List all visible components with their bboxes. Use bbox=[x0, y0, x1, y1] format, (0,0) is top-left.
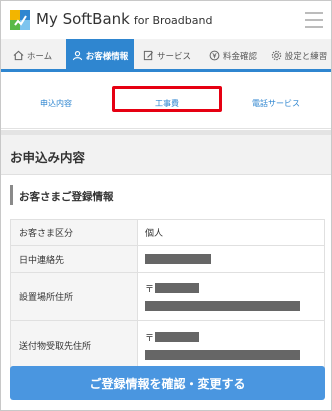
section-title: お申込み内容 bbox=[10, 150, 86, 165]
nav-service-label: サービス bbox=[156, 51, 191, 62]
nav-settings-label: 設定と練習 bbox=[284, 51, 328, 62]
sub-tabs: 申込内容 工事費 電話サービス bbox=[1, 75, 331, 129]
logo-text: My SoftBank bbox=[36, 10, 130, 28]
subtab-application[interactable]: 申込内容 bbox=[1, 93, 111, 113]
registration-table: お客さま区分 個人 日中連絡先 設置場所住所 〒 送付物受取先住所 〒 bbox=[10, 219, 325, 371]
row-label: お客さま区分 bbox=[10, 219, 138, 246]
table-row: 日中連絡先 bbox=[10, 245, 325, 273]
row-value bbox=[137, 245, 325, 273]
nav-home-label: ホーム bbox=[26, 51, 53, 62]
row-value: 〒 bbox=[137, 272, 325, 321]
nav-service[interactable]: サービス bbox=[135, 39, 199, 72]
edit-icon bbox=[143, 50, 153, 61]
subsection-title: お客さまご登録情報 bbox=[19, 191, 114, 203]
row-label: 設置場所住所 bbox=[10, 272, 138, 321]
row-value: 〒 bbox=[137, 320, 325, 371]
confirm-change-button[interactable]: ご登録情報を確認・変更する bbox=[10, 366, 325, 400]
subsection-header: お客さまご登録情報 bbox=[10, 185, 325, 207]
postal-mark: 〒 bbox=[145, 333, 155, 344]
nav-home[interactable]: ホーム bbox=[1, 39, 64, 72]
gear-icon bbox=[271, 50, 281, 61]
redacted-value bbox=[155, 283, 200, 294]
table-row: 送付物受取先住所 〒 bbox=[10, 320, 325, 371]
nav-settings[interactable]: 設定と練習 bbox=[267, 39, 331, 72]
redacted-value bbox=[145, 300, 300, 311]
redacted-value bbox=[145, 253, 211, 264]
subtab-phone-service[interactable]: 電話サービス bbox=[221, 93, 331, 113]
redacted-value bbox=[155, 332, 200, 343]
row-value: 個人 bbox=[137, 219, 325, 246]
nav-customer-info[interactable]: お客様情報 bbox=[66, 39, 134, 72]
table-row: 設置場所住所 〒 bbox=[10, 272, 325, 321]
main-nav: ホーム お客様情報 サービス 料金確認 設定と練習 bbox=[1, 39, 331, 72]
nav-billing-label: 料金確認 bbox=[222, 51, 257, 62]
yen-coin-icon bbox=[209, 50, 220, 61]
app-title: My SoftBank for Broadband bbox=[36, 10, 212, 28]
redacted-value bbox=[145, 349, 300, 360]
nav-billing[interactable]: 料金確認 bbox=[201, 39, 265, 72]
hamburger-menu-button[interactable] bbox=[305, 12, 323, 28]
person-icon bbox=[72, 51, 82, 61]
table-row: お客さま区分 個人 bbox=[10, 219, 325, 246]
header: My SoftBank for Broadband bbox=[1, 1, 331, 39]
subtab-construction-fee[interactable]: 工事費 bbox=[112, 93, 222, 113]
home-icon bbox=[13, 50, 24, 61]
subsection-bar bbox=[10, 185, 13, 205]
hamburger-icon bbox=[305, 12, 323, 14]
row-label: 送付物受取先住所 bbox=[10, 320, 138, 371]
nav-customer-info-label: お客様情報 bbox=[85, 51, 129, 62]
section-header: お申込み内容 bbox=[1, 135, 331, 175]
app-frame: My SoftBank for Broadband ホーム お客様情報 サービス … bbox=[0, 0, 332, 411]
logo-subtitle: for Broadband bbox=[133, 14, 213, 27]
softbank-logo-icon bbox=[10, 10, 30, 30]
postal-mark: 〒 bbox=[145, 284, 155, 295]
row-label: 日中連絡先 bbox=[10, 245, 138, 273]
